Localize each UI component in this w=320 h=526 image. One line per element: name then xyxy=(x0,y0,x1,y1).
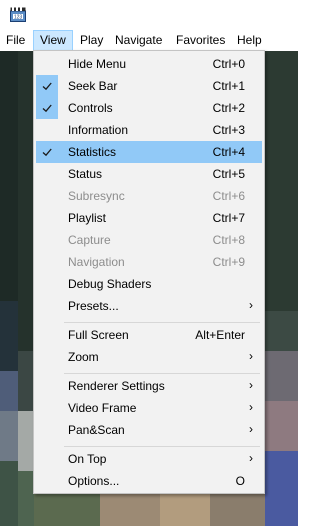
menu-item-shortcut: Alt+Enter xyxy=(195,328,245,342)
menu-help[interactable]: Help xyxy=(231,30,268,51)
menu-item-playlist[interactable]: Playlist Ctrl+7 xyxy=(36,207,262,229)
menu-separator xyxy=(64,446,260,447)
menu-item-shortcut: Ctrl+8 xyxy=(212,233,245,247)
menu-item-label: Subresync xyxy=(68,189,125,203)
check-indicator xyxy=(36,141,58,163)
menu-item-full-screen[interactable]: Full Screen Alt+Enter xyxy=(36,324,262,346)
menu-item-label: Controls xyxy=(68,101,113,115)
view-menu-dropdown: Hide Menu Ctrl+0 Seek Bar Ctrl+1 Control… xyxy=(33,50,265,494)
menu-item-label: Status xyxy=(68,167,103,181)
menu-item-label: Capture xyxy=(68,233,111,247)
menu-play[interactable]: Play xyxy=(74,30,109,51)
check-indicator xyxy=(36,75,58,97)
menu-item-on-top[interactable]: On Top › xyxy=(36,448,262,470)
menu-item-shortcut: Ctrl+2 xyxy=(212,101,245,115)
menu-item-shortcut: Ctrl+4 xyxy=(212,145,245,159)
menu-item-debug-shaders[interactable]: Debug Shaders xyxy=(36,273,262,295)
checkmark-icon xyxy=(42,148,52,157)
menu-navigate[interactable]: Navigate xyxy=(109,30,168,51)
chevron-right-icon: › xyxy=(249,298,253,312)
menu-item-shortcut: Ctrl+5 xyxy=(212,167,245,181)
menu-favorites[interactable]: Favorites xyxy=(170,30,231,51)
menu-item-shortcut: Ctrl+9 xyxy=(212,255,245,269)
menu-separator xyxy=(64,322,260,323)
menu-item-zoom[interactable]: Zoom › xyxy=(36,346,262,368)
menu-item-label: Hide Menu xyxy=(68,57,127,71)
menu-item-label: Presets... xyxy=(68,299,119,313)
menu-separator xyxy=(64,373,260,374)
menu-item-label: Options... xyxy=(68,474,120,488)
menu-item-information[interactable]: Information Ctrl+3 xyxy=(36,119,262,141)
chevron-right-icon: › xyxy=(249,422,253,436)
menu-item-label: Video Frame xyxy=(68,401,137,415)
menu-item-label: On Top xyxy=(68,452,107,466)
menu-item-hide-menu[interactable]: Hide Menu Ctrl+0 xyxy=(36,53,262,75)
check-indicator xyxy=(36,97,58,119)
menu-item-pan-scan[interactable]: Pan&Scan › xyxy=(36,419,262,441)
menu-item-label: Playlist xyxy=(68,211,107,225)
title-bar: 123 xyxy=(0,0,298,30)
menu-item-label: Seek Bar xyxy=(68,79,118,93)
menu-item-options[interactable]: Options... O xyxy=(36,470,262,492)
menu-item-label: Renderer Settings xyxy=(68,379,165,393)
menu-item-shortcut: O xyxy=(235,474,245,488)
menu-item-capture[interactable]: Capture Ctrl+8 xyxy=(36,229,262,251)
checkmark-icon xyxy=(42,82,52,91)
chevron-right-icon: › xyxy=(249,378,253,392)
menu-item-shortcut: Ctrl+0 xyxy=(212,57,245,71)
menu-item-shortcut: Ctrl+1 xyxy=(212,79,245,93)
menu-item-shortcut: Ctrl+3 xyxy=(212,123,245,137)
chevron-right-icon: › xyxy=(249,451,253,465)
svg-text:123: 123 xyxy=(14,15,23,21)
menu-item-statistics[interactable]: Statistics Ctrl+4 xyxy=(36,141,262,163)
menu-item-label: Zoom xyxy=(68,350,99,364)
checkmark-icon xyxy=(42,104,52,113)
menu-item-presets[interactable]: Presets... › xyxy=(36,295,262,317)
menu-item-label: Navigation xyxy=(68,255,125,269)
app-clapperboard-icon: 123 xyxy=(10,7,26,22)
menu-bar: File View Play Navigate Favorites Help xyxy=(0,30,298,51)
menu-item-shortcut: Ctrl+6 xyxy=(212,189,245,203)
menu-item-controls[interactable]: Controls Ctrl+2 xyxy=(36,97,262,119)
menu-item-video-frame[interactable]: Video Frame › xyxy=(36,397,262,419)
menu-item-label: Debug Shaders xyxy=(68,277,152,291)
menu-view[interactable]: View xyxy=(33,30,73,51)
chevron-right-icon: › xyxy=(249,400,253,414)
menu-item-status[interactable]: Status Ctrl+5 xyxy=(36,163,262,185)
menu-item-subresync[interactable]: Subresync Ctrl+6 xyxy=(36,185,262,207)
chevron-right-icon: › xyxy=(249,349,253,363)
menu-file[interactable]: File xyxy=(0,30,31,51)
menu-item-navigation[interactable]: Navigation Ctrl+9 xyxy=(36,251,262,273)
menu-item-renderer-settings[interactable]: Renderer Settings › xyxy=(36,375,262,397)
menu-item-shortcut: Ctrl+7 xyxy=(212,211,245,225)
menu-item-label: Full Screen xyxy=(68,328,129,342)
menu-item-label: Pan&Scan xyxy=(68,423,125,437)
menu-item-seek-bar[interactable]: Seek Bar Ctrl+1 xyxy=(36,75,262,97)
menu-item-label: Statistics xyxy=(68,145,117,159)
menu-item-label: Information xyxy=(68,123,129,137)
